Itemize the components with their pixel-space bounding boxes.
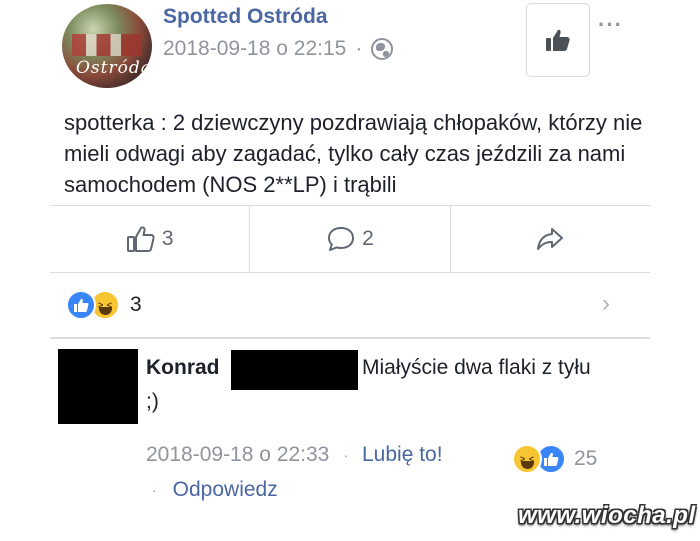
comment-bubble-icon	[328, 227, 355, 251]
commenter-name[interactable]: Konrad	[146, 356, 220, 380]
watermark: www.wiocha.pl	[518, 502, 696, 529]
post-meta: 2018-09-18 o 22:15 ·	[163, 37, 394, 61]
thumbs-up-icon	[546, 29, 570, 51]
post-text: spotterka : 2 dziewczyny pozdrawiają chł…	[64, 110, 643, 197]
divider	[50, 337, 650, 339]
like-count: 3	[161, 227, 174, 250]
commenter-avatar-redacted[interactable]	[58, 349, 138, 424]
share-arrow-icon	[537, 228, 564, 250]
haha-reaction-icon: > <	[512, 444, 542, 474]
page-name[interactable]: Spotted Ostróda	[163, 5, 328, 29]
reaction-count: 3	[130, 293, 142, 316]
chevron-right-icon[interactable]: ›	[602, 290, 610, 318]
reply-link[interactable]: Odpowiedz	[173, 478, 278, 502]
like-page-button[interactable]	[526, 3, 590, 77]
avatar-mark: Ostróda	[76, 58, 152, 78]
like-button[interactable]: 3	[50, 206, 249, 272]
post-action-bar: 3 2	[50, 205, 650, 273]
post-reactions[interactable]: > < 3	[66, 290, 142, 320]
meta-separator: ·	[355, 37, 363, 60]
page-avatar[interactable]: Ostróda	[62, 4, 152, 88]
more-options-button[interactable]: ···	[598, 12, 623, 38]
comment-button[interactable]: 2	[249, 206, 449, 272]
comment-timestamp[interactable]: 2018-09-18 o 22:33	[146, 443, 329, 467]
avatar-image-roofs	[72, 34, 142, 56]
comment-meta: 2018-09-18 o 22:33 · Lubię to!	[146, 443, 443, 467]
comment-text: Miałyście dwa flaki z tyłu	[362, 356, 591, 379]
comment-reactions[interactable]: > < 25	[512, 444, 597, 474]
comment-like-link[interactable]: Lubię to!	[362, 443, 443, 467]
thumbs-up-outline-icon	[126, 226, 155, 252]
meta-separator: ·	[152, 482, 157, 498]
meta-separator: ·	[343, 447, 348, 463]
post-timestamp[interactable]: 2018-09-18 o 22:15	[163, 37, 346, 61]
reply-row: · Odpowiedz	[152, 478, 278, 502]
like-reaction-icon	[66, 290, 96, 320]
comment-text-continued: ;)	[146, 390, 159, 413]
comment-reaction-count: 25	[574, 447, 598, 470]
share-button[interactable]	[449, 206, 650, 272]
redacted-surname	[231, 350, 358, 390]
globe-icon	[371, 38, 394, 60]
comment-count: 2	[362, 227, 374, 250]
